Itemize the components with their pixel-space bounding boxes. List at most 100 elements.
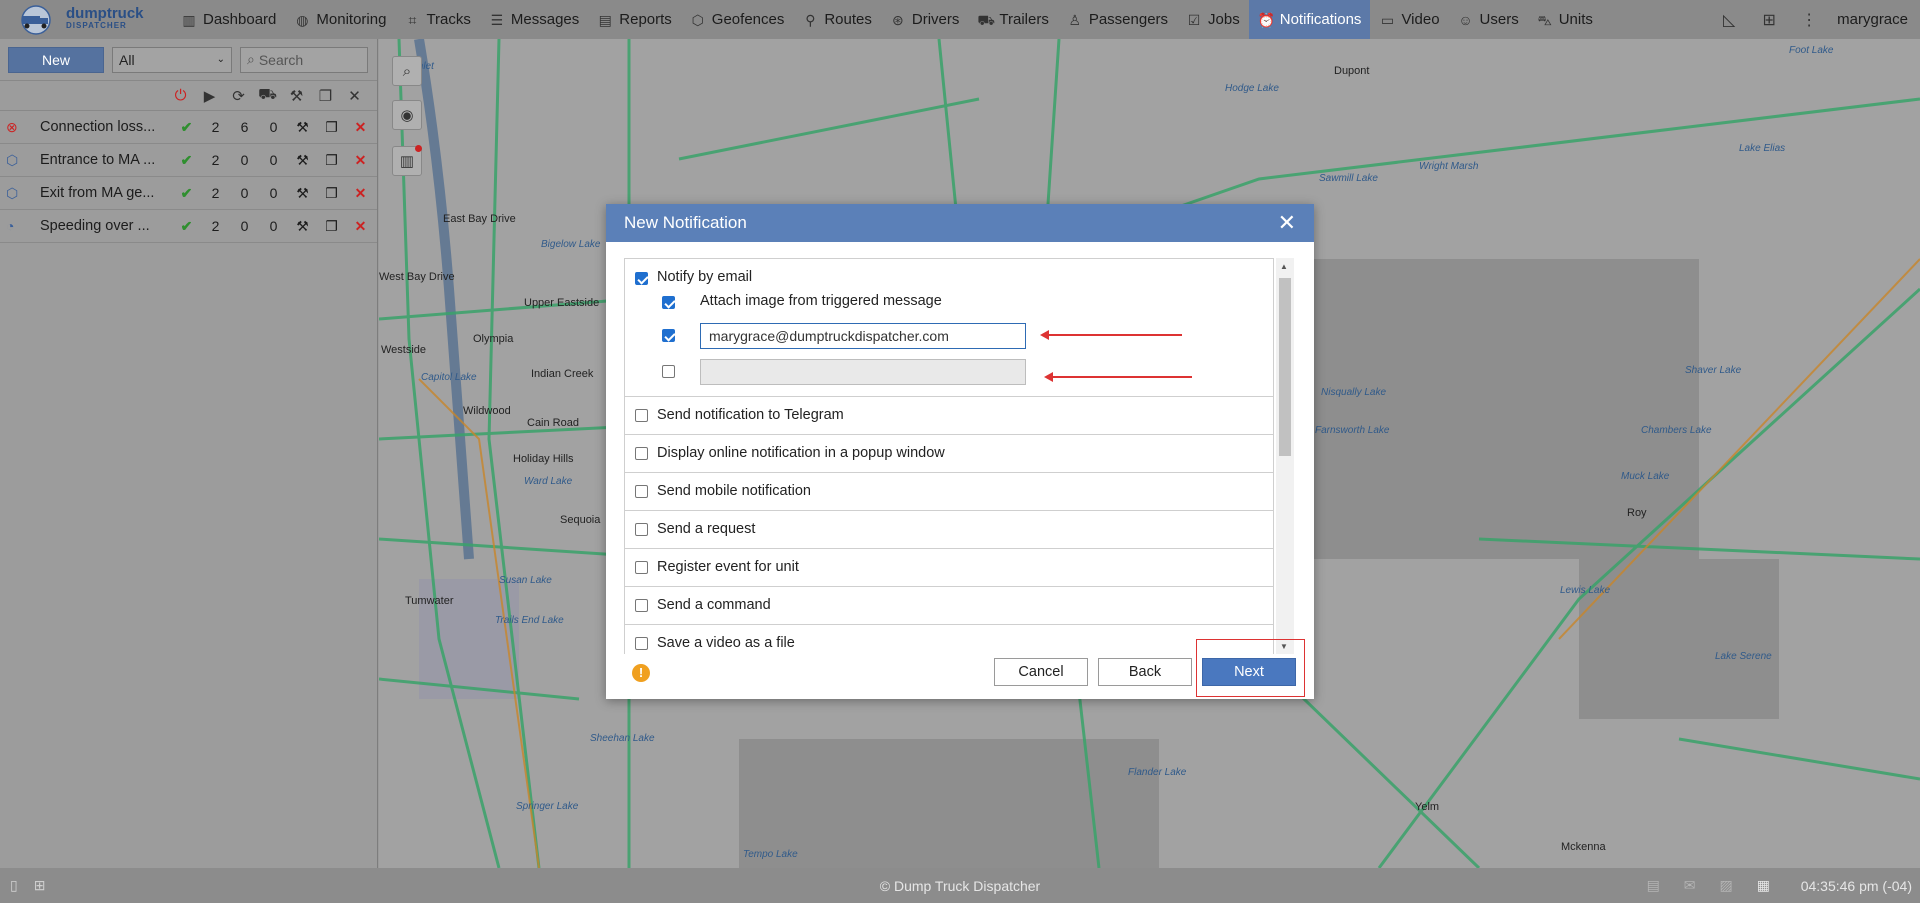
option-save-video[interactable]: Save a video as a file — [625, 625, 1273, 654]
close-icon[interactable]: ✕ — [340, 87, 369, 105]
nav-units[interactable]: ⛍ Units — [1528, 0, 1602, 39]
wrench-icon[interactable]: ⚒ — [288, 218, 317, 235]
nav-video[interactable]: ▭ Video — [1370, 0, 1448, 39]
nav-tracks[interactable]: ⌗ Tracks — [395, 0, 479, 39]
nav-dashboard[interactable]: ▥ Dashboard — [172, 0, 285, 39]
unit-icon[interactable]: ⛟ — [253, 86, 282, 105]
count-triggered: 0 — [240, 152, 249, 168]
card-icon[interactable]: ▦ — [1757, 877, 1770, 894]
copy-icon[interactable]: ❐ — [317, 152, 346, 169]
list-item[interactable]: ◔ Speeding over ... ✔ 2 0 0 ⚒ ❐ ✕ — [0, 210, 377, 243]
notification-name[interactable]: Exit from MA ge... — [26, 185, 172, 201]
nav-label: Trailers — [999, 11, 1049, 28]
more-vertical-icon[interactable]: ⋮ — [1789, 10, 1829, 30]
option-register-event[interactable]: Register event for unit — [625, 549, 1273, 587]
nav-drivers[interactable]: ⊛ Drivers — [881, 0, 969, 39]
map-visibility-button[interactable]: ◉ — [392, 100, 422, 130]
list-item[interactable]: ⊗ Connection loss... ✔ 2 6 0 ⚒ ❐ ✕ — [0, 111, 377, 144]
nav-label: Monitoring — [316, 11, 387, 28]
popup-checkbox[interactable] — [635, 447, 648, 460]
nav-label: Users — [1479, 11, 1519, 28]
back-button[interactable]: Back — [1098, 658, 1192, 686]
list-item[interactable]: ⬡ Entrance to MA ... ✔ 2 0 0 ⚒ ❐ ✕ — [0, 144, 377, 177]
mail-icon[interactable]: ✉ — [1684, 877, 1696, 894]
play-icon[interactable]: ▶ — [195, 87, 224, 105]
email-2-checkbox[interactable] — [662, 365, 675, 378]
nav-label: Geofences — [711, 11, 785, 28]
option-telegram[interactable]: Send notification to Telegram — [625, 397, 1273, 435]
email-field-2[interactable] — [700, 359, 1026, 385]
wrench-icon[interactable]: ⚒ — [288, 185, 317, 202]
delete-icon[interactable]: ✕ — [346, 152, 375, 169]
wrench-icon[interactable]: ⚒ — [288, 152, 317, 169]
image-icon[interactable]: ▨ — [1720, 877, 1733, 894]
search-input[interactable]: Search — [259, 52, 303, 68]
check-icon[interactable]: ✔ — [172, 152, 201, 169]
refresh-icon[interactable]: ⟳ — [224, 87, 253, 105]
delete-icon[interactable]: ✕ — [346, 119, 375, 136]
telegram-checkbox[interactable] — [635, 409, 648, 422]
map-label: Cain Road — [527, 417, 579, 429]
delete-icon[interactable]: ✕ — [346, 218, 375, 235]
option-popup[interactable]: Display online notification in a popup w… — [625, 435, 1273, 473]
copy-icon[interactable]: ❐ — [317, 185, 346, 202]
ruler-icon[interactable]: ◺ — [1709, 10, 1749, 30]
check-icon[interactable]: ✔ — [172, 119, 201, 136]
save-video-checkbox[interactable] — [635, 637, 648, 650]
warning-icon[interactable]: ! — [632, 664, 650, 682]
wrench-icon[interactable]: ⚒ — [282, 87, 311, 105]
copy-icon[interactable]: ❐ — [317, 119, 346, 136]
tasks-icon[interactable]: ▤ — [1647, 877, 1660, 894]
notification-name[interactable]: Speeding over ... — [26, 218, 172, 234]
close-icon[interactable]: ✕ — [1278, 212, 1296, 234]
app-logo[interactable]: dumptruck DISPATCHER — [0, 0, 172, 39]
scroll-up-icon[interactable]: ▲ — [1280, 262, 1288, 271]
map-search-button[interactable]: ⌕ — [392, 56, 422, 86]
map-layers-button[interactable]: ▥ — [392, 145, 422, 176]
option-command[interactable]: Send a command — [625, 587, 1273, 625]
copy-icon[interactable]: ❐ — [311, 87, 340, 105]
option-mobile[interactable]: Send mobile notification — [625, 473, 1273, 511]
nav-users[interactable]: ☺ Users — [1449, 0, 1528, 39]
search-box[interactable]: ⌕ Search — [240, 46, 368, 73]
email-field[interactable]: marygrace@dumptruckdispatcher.com — [700, 323, 1026, 349]
nav-label: Messages — [510, 11, 580, 28]
option-label: Send mobile notification — [657, 483, 811, 499]
nav-messages[interactable]: ☰ Messages — [480, 0, 588, 39]
annotation-highlight-box — [1196, 639, 1305, 697]
request-checkbox[interactable] — [635, 523, 648, 536]
map-label: Lewis Lake — [1560, 585, 1611, 596]
nav-trailers[interactable]: ⛟ Trailers — [968, 0, 1057, 39]
cancel-button[interactable]: Cancel — [994, 658, 1088, 686]
notification-name[interactable]: Connection loss... — [26, 119, 172, 135]
email-1-checkbox[interactable] — [662, 329, 675, 342]
command-checkbox[interactable] — [635, 599, 648, 612]
new-notification-button[interactable]: New — [8, 46, 104, 73]
register-event-checkbox[interactable] — [635, 561, 648, 574]
nav-geofences[interactable]: ⬡ Geofences — [681, 0, 794, 39]
nav-monitoring[interactable]: ◍ Monitoring — [285, 0, 395, 39]
nav-notifications[interactable]: ⏰ Notifications — [1248, 0, 1371, 39]
filter-select[interactable]: All ⌄ — [112, 46, 232, 73]
tracks-icon: ⌗ — [408, 11, 417, 28]
wrench-icon[interactable]: ⚒ — [288, 119, 317, 136]
dialog-scrollbar[interactable]: ▲ ▼ — [1276, 258, 1294, 654]
nav-passengers[interactable]: ♙ Passengers — [1058, 0, 1177, 39]
delete-icon[interactable]: ✕ — [346, 185, 375, 202]
nav-routes[interactable]: ⚲ Routes — [793, 0, 881, 39]
notification-name[interactable]: Entrance to MA ... — [26, 152, 172, 168]
copy-icon[interactable]: ❐ — [317, 218, 346, 235]
apps-grid-icon[interactable]: ⊞ — [1749, 10, 1789, 30]
power-icon[interactable]: ⏻ — [166, 87, 195, 104]
check-icon[interactable]: ✔ — [172, 218, 201, 235]
option-request[interactable]: Send a request — [625, 511, 1273, 549]
username[interactable]: marygrace — [1829, 11, 1920, 28]
nav-jobs[interactable]: ☑ Jobs — [1177, 0, 1249, 39]
list-item[interactable]: ⬡ Exit from MA ge... ✔ 2 0 0 ⚒ ❐ ✕ — [0, 177, 377, 210]
mobile-checkbox[interactable] — [635, 485, 648, 498]
check-icon[interactable]: ✔ — [172, 185, 201, 202]
attach-image-checkbox[interactable] — [662, 296, 675, 309]
nav-reports[interactable]: ▤ Reports — [588, 0, 681, 39]
scroll-thumb[interactable] — [1279, 278, 1291, 456]
notify-email-checkbox[interactable] — [635, 272, 648, 285]
